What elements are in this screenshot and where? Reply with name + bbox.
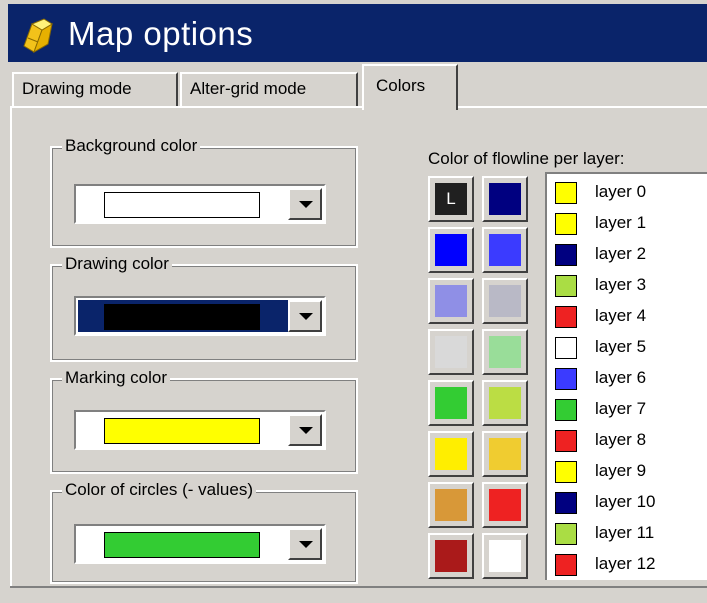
palette-swatch-white[interactable] xyxy=(482,533,528,579)
background-color-group: Background color xyxy=(50,135,358,248)
chevron-down-icon[interactable] xyxy=(288,528,322,560)
layer-label: layer 12 xyxy=(595,554,656,573)
palette-swatch-fill xyxy=(489,489,521,521)
palette-swatch-fill xyxy=(489,336,521,368)
circles-color-combo[interactable] xyxy=(74,524,326,564)
panel-border xyxy=(10,106,12,586)
chevron-down-icon[interactable] xyxy=(288,414,322,446)
palette-swatch-fill xyxy=(435,336,467,368)
palette-swatch-fill xyxy=(435,285,467,317)
palette-swatch-red-dotted[interactable] xyxy=(482,482,528,528)
panel-border-bottom xyxy=(10,586,707,588)
window-title: Map options xyxy=(68,15,254,52)
palette-swatch-orange-dotted[interactable] xyxy=(428,482,474,528)
marking-color-label: Marking color xyxy=(62,367,171,389)
drawing-color-group: Drawing color xyxy=(50,253,358,362)
layer-color-chip xyxy=(555,244,577,266)
layer-color-chip xyxy=(555,461,577,483)
layer-label: layer 3 xyxy=(595,275,647,294)
layer-color-chip xyxy=(555,182,577,204)
layer-color-chip xyxy=(555,492,577,514)
palette-swatch-yellow[interactable] xyxy=(428,431,474,477)
palette-swatch-yellow-orange-dotted[interactable] xyxy=(482,431,528,477)
tab-alter-grid-mode[interactable]: Alter-grid mode xyxy=(180,72,358,106)
palette-swatch-fill xyxy=(489,540,521,572)
layer-color-chip xyxy=(555,554,577,576)
palette-swatch-fill: L xyxy=(435,183,467,215)
layer-label: layer 2 xyxy=(595,244,647,263)
palette-swatch-L[interactable]: L xyxy=(428,176,474,222)
palette-swatch-fill xyxy=(489,234,521,266)
title-bar[interactable]: Map options xyxy=(0,0,707,62)
circles-color-swatch xyxy=(104,532,260,558)
layer-label: layer 6 xyxy=(595,368,647,387)
layer-label: layer 5 xyxy=(595,337,647,356)
layer-color-chip xyxy=(555,399,577,421)
background-color-swatch xyxy=(104,192,260,218)
palette-swatch-light-grey-dotted[interactable] xyxy=(428,329,474,375)
layer-label: layer 7 xyxy=(595,399,647,418)
layer-list[interactable]: layer 0 layer 1 layer 2 layer 3 layer 4 layer… xyxy=(545,172,707,580)
drawing-color-label: Drawing color xyxy=(62,253,172,275)
palette-swatch-blue-dotted[interactable] xyxy=(482,227,528,273)
palette-swatch-fill xyxy=(489,387,521,419)
palette-swatch-light-blue-dotted[interactable] xyxy=(428,278,474,324)
palette-swatch-fill xyxy=(435,489,467,521)
chevron-down-icon[interactable] xyxy=(288,300,322,332)
background-color-label: Background color xyxy=(62,135,201,157)
layer-color-chip xyxy=(555,213,577,235)
palette-swatch-fill xyxy=(435,438,467,470)
map-pencil-icon xyxy=(23,18,53,54)
background-color-combo[interactable] xyxy=(74,184,326,224)
palette-swatch-yellow-green-dotted[interactable] xyxy=(482,380,528,426)
marking-color-swatch xyxy=(104,418,260,444)
layer-label: layer 0 xyxy=(595,182,647,201)
palette-swatch-fill xyxy=(489,183,521,215)
tab-divider xyxy=(10,106,707,108)
palette-swatch-fill xyxy=(489,438,521,470)
layer-label: layer 1 xyxy=(595,213,647,232)
palette-swatch-green[interactable] xyxy=(428,380,474,426)
marking-color-group: Marking color xyxy=(50,367,358,474)
layer-color-chip xyxy=(555,337,577,359)
palette-swatch-grey-dotted[interactable] xyxy=(482,278,528,324)
layer-color-chip xyxy=(555,275,577,297)
palette-swatch-fill xyxy=(435,234,467,266)
layer-color-chip xyxy=(555,523,577,545)
layer-label: layer 9 xyxy=(595,461,647,480)
tab-drawing-mode[interactable]: Drawing mode xyxy=(12,72,178,106)
flowline-label: Color of flowline per layer: xyxy=(428,149,625,168)
layer-label: layer 10 xyxy=(595,492,656,511)
drawing-color-combo[interactable] xyxy=(74,296,326,336)
circles-color-group: Color of circles (- values) xyxy=(50,479,358,584)
drawing-color-swatch xyxy=(104,304,260,330)
layer-color-chip xyxy=(555,430,577,452)
palette-swatch-fill xyxy=(435,387,467,419)
circles-color-label: Color of circles (- values) xyxy=(62,479,256,501)
marking-color-combo[interactable] xyxy=(74,410,326,450)
tab-strip: Drawing mode Alter-grid mode Colors xyxy=(0,62,707,110)
palette-swatch-blue[interactable] xyxy=(428,227,474,273)
palette-swatch-fill xyxy=(489,285,521,317)
palette-swatch-navy[interactable] xyxy=(482,176,528,222)
tab-colors[interactable]: Colors xyxy=(362,64,458,110)
palette-swatch-light-green-dotted[interactable] xyxy=(482,329,528,375)
layer-label: layer 4 xyxy=(595,306,647,325)
layer-label: layer 11 xyxy=(595,523,655,542)
palette-swatch-fill xyxy=(435,540,467,572)
layer-label: layer 8 xyxy=(595,430,647,449)
chevron-down-icon[interactable] xyxy=(288,188,322,220)
layer-color-chip xyxy=(555,306,577,328)
palette-swatch-dark-red[interactable] xyxy=(428,533,474,579)
layer-color-chip xyxy=(555,368,577,390)
